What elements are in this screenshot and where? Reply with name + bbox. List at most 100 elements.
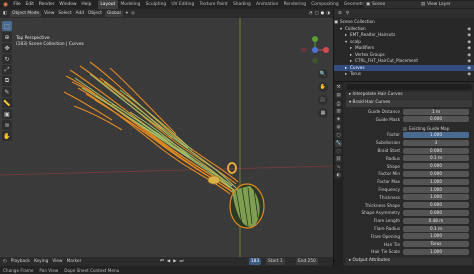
workspace-tab-texture-paint[interactable]: Texture Paint xyxy=(197,0,231,9)
grab-tool-icon[interactable]: ✋ xyxy=(2,131,12,141)
start-frame-field[interactable]: Start 1 xyxy=(266,258,285,265)
world-tab-icon[interactable]: ◍ xyxy=(335,124,342,131)
snap-icon[interactable]: ⌖ xyxy=(126,11,128,16)
viewport-menu-view[interactable]: View xyxy=(44,11,54,16)
property-value-field[interactable]: 1.000 xyxy=(403,131,469,138)
transform-orientation-dropdown[interactable]: Global xyxy=(104,10,123,17)
menu-edit[interactable]: Edit xyxy=(23,2,36,7)
property-value-field[interactable]: 0.000 xyxy=(403,209,469,216)
shading-material-icon[interactable]: ◑ xyxy=(326,11,330,16)
workspace-tab-rendering[interactable]: Rendering xyxy=(281,0,309,9)
outliner-item[interactable]: ▸ Torus ◉ xyxy=(334,71,474,78)
property-value-field[interactable]: 0.48 m xyxy=(403,217,469,224)
visibility-eye-icon[interactable]: ◉ xyxy=(467,71,471,78)
menu-help[interactable]: Help xyxy=(79,2,94,7)
property-value-field[interactable]: 0.000 xyxy=(403,202,469,209)
workspace-tab-layout[interactable]: Layout xyxy=(97,0,118,9)
property-value-field[interactable]: 1 m xyxy=(403,108,469,115)
blender-logo-icon[interactable]: ◉ xyxy=(2,1,9,8)
scene-tab-icon[interactable]: ◈ xyxy=(335,116,342,123)
timeline-editor-icon[interactable]: ◴ xyxy=(3,259,7,264)
scene-selector[interactable]: ▣ Scene xyxy=(364,1,421,8)
scale-tool-icon[interactable]: ⤢ xyxy=(2,65,12,75)
properties-search[interactable] xyxy=(346,84,472,90)
mode-dropdown[interactable]: Object Mode xyxy=(10,10,42,17)
workspace-tab-modeling[interactable]: Modeling xyxy=(118,0,143,9)
property-value-field[interactable]: 1.000 xyxy=(403,178,469,185)
cursor-tool-icon[interactable]: ⊕ xyxy=(2,32,12,42)
move-tool-icon[interactable]: ✥ xyxy=(2,43,12,53)
camera-view-icon[interactable]: 🎥 xyxy=(318,95,328,105)
viewport-menu-select[interactable]: Select xyxy=(58,11,71,16)
tool-tab-icon[interactable]: ⚒ xyxy=(335,84,342,91)
measure-tool-icon[interactable]: 📏 xyxy=(2,98,12,108)
property-value-field[interactable]: Torus xyxy=(403,241,469,248)
property-value-field[interactable]: 1.000 xyxy=(403,248,469,255)
menu-render[interactable]: Render xyxy=(36,2,56,7)
jump-start-icon[interactable]: ⏮ xyxy=(160,259,164,264)
timeline-menu-view[interactable]: View xyxy=(52,259,62,264)
constraints-tab-icon[interactable]: ⛓ xyxy=(335,156,342,163)
workspace-tab-shading[interactable]: Shading xyxy=(230,0,253,9)
rotate-tool-icon[interactable]: ↻ xyxy=(2,54,12,64)
view-layer-selector[interactable]: ▤ View Layer xyxy=(419,1,474,8)
shading-solid-icon[interactable]: ● xyxy=(321,11,325,16)
viewport-menu-object[interactable]: Object xyxy=(88,11,102,16)
jump-end-icon[interactable]: ⏭ xyxy=(180,259,184,264)
output-tab-icon[interactable]: ⎙ xyxy=(335,100,342,107)
xray-icon[interactable]: ▢ xyxy=(314,11,318,16)
add-cube-tool-icon[interactable]: ▣ xyxy=(2,109,12,119)
navigation-gizmo[interactable] xyxy=(300,35,330,65)
data-tab-icon[interactable]: ∿ xyxy=(335,164,342,171)
proportional-edit-icon[interactable]: ◎ xyxy=(131,11,135,16)
zoom-icon[interactable]: 🔍 xyxy=(318,69,328,79)
modifier-tab-icon[interactable]: 🔧 xyxy=(335,140,342,147)
3d-viewport[interactable]: ◧ Object Mode View Select Add Object Global… xyxy=(0,9,333,257)
object-tab-icon[interactable]: ▢ xyxy=(335,132,342,139)
editor-type-icon[interactable]: ◧ xyxy=(3,11,7,16)
braid-panel-header[interactable]: ▾ Braid Hair Curves xyxy=(346,100,472,107)
select-tool-icon[interactable]: ⬚ xyxy=(2,21,12,31)
workspace-tab-compositing[interactable]: Compositing xyxy=(309,0,342,9)
pan-hand-icon[interactable]: ✋ xyxy=(318,82,328,92)
end-frame-field[interactable]: End 250 xyxy=(296,258,318,265)
property-row: Factor Min 0.000 xyxy=(346,170,472,177)
comb-tool-icon[interactable]: ≋ xyxy=(2,120,12,130)
property-value-field[interactable]: 0.000 xyxy=(403,170,469,177)
viewport-canvas[interactable] xyxy=(0,18,333,257)
expand-arrow-icon[interactable]: ▸ xyxy=(344,71,348,78)
annotate-tool-icon[interactable]: ✎ xyxy=(2,87,12,97)
menu-file[interactable]: File xyxy=(11,2,23,7)
workspace-tab-sculpting[interactable]: Sculpting xyxy=(143,0,169,9)
play-reverse-icon[interactable]: ◀ xyxy=(167,259,170,264)
transform-tool-icon[interactable]: ⧉ xyxy=(2,76,12,86)
property-value-field[interactable]: 0.1 m xyxy=(403,155,469,162)
property-value-field[interactable]: 1.000 xyxy=(403,194,469,201)
property-value-field[interactable]: 3 xyxy=(403,139,469,146)
workspace-tab-animation[interactable]: Animation xyxy=(253,0,281,9)
play-icon[interactable]: ▶ xyxy=(173,259,176,264)
timeline-menu-marker[interactable]: Marker xyxy=(67,259,82,264)
menu-window[interactable]: Window xyxy=(57,2,79,7)
current-frame-field[interactable]: 183 xyxy=(249,258,261,265)
overlay-icon[interactable]: ◔ xyxy=(309,11,313,16)
timeline-menu-keying[interactable]: Keying xyxy=(34,259,48,264)
view-layer-tab-icon[interactable]: ▥ xyxy=(335,108,342,115)
perspective-toggle-icon[interactable]: ▦ xyxy=(318,108,328,118)
property-value-field[interactable]: 0.000 xyxy=(403,116,469,123)
property-value-field[interactable]: 0.000 xyxy=(403,147,469,154)
material-tab-icon[interactable]: ◐ xyxy=(335,172,342,179)
property-value-field[interactable]: 0.000 xyxy=(403,163,469,170)
outliner-editor-icon[interactable]: ☰ xyxy=(338,11,342,16)
timeline-menu-playback[interactable]: Playback xyxy=(11,259,30,264)
physics-tab-icon[interactable]: ◌ xyxy=(335,148,342,155)
modifier-panel-header[interactable]: ▸ Interpolate Hair Curves xyxy=(346,92,472,99)
viewport-menu-add[interactable]: Add xyxy=(76,11,84,16)
outliner-filter-icon[interactable]: ⚲ xyxy=(346,11,349,16)
property-value-field[interactable]: 1.000 xyxy=(403,233,469,240)
property-value-field[interactable]: 1.000 xyxy=(403,186,469,193)
property-value-field[interactable]: 0.1 m xyxy=(403,225,469,232)
render-tab-icon[interactable]: ▤ xyxy=(335,92,342,99)
output-attributes-header[interactable]: ▸ Output Attributes xyxy=(346,258,472,265)
workspace-tab-uv-editing[interactable]: UV Editing xyxy=(169,0,197,9)
